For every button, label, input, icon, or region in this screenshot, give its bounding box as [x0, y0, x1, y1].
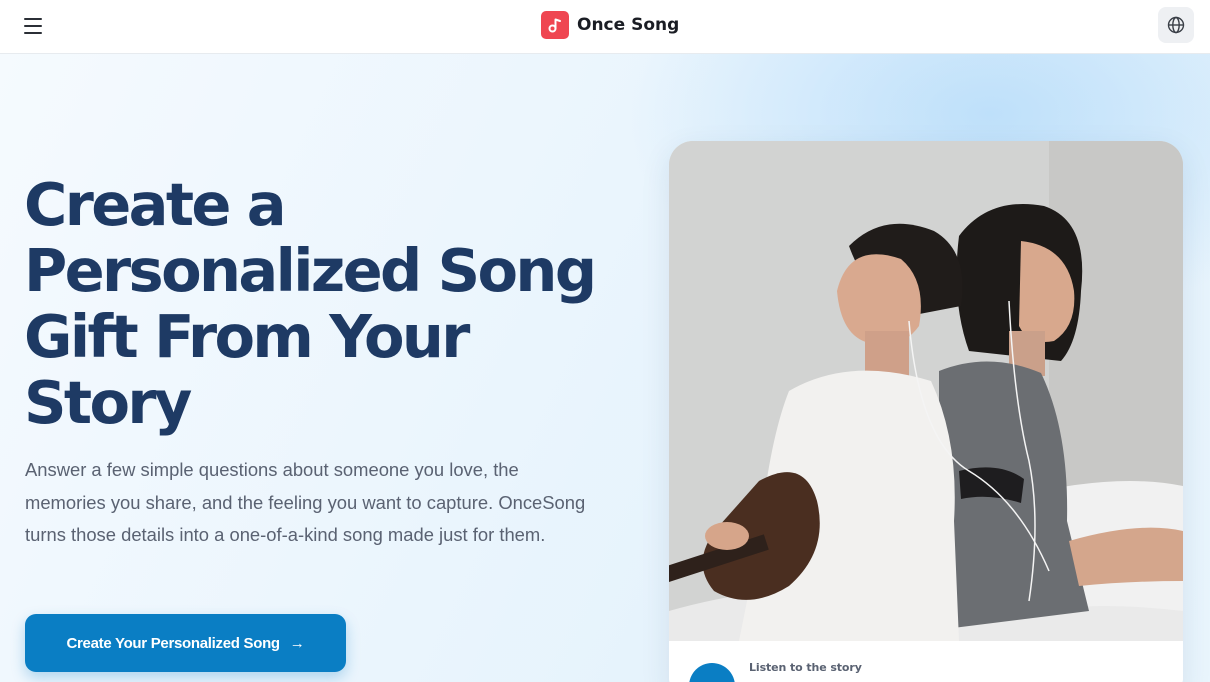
play-icon[interactable] — [689, 663, 735, 682]
hero-headline: Create a Personalized Song Gift From You… — [24, 170, 597, 437]
hero-description: Answer a few simple questions about some… — [25, 459, 586, 545]
create-song-button[interactable]: Create Your Personalized Song → — [25, 614, 346, 672]
story-card: Listen to the story — [669, 141, 1183, 682]
hamburger-menu-icon[interactable] — [14, 8, 52, 44]
top-navigation-bar: Once Song — [0, 0, 1210, 54]
globe-icon — [1167, 16, 1185, 34]
arrow-right-icon: → — [289, 634, 305, 652]
create-song-button-label: Create Your Personalized Song — [66, 634, 280, 652]
language-selector-button[interactable] — [1158, 7, 1194, 43]
hero-section: Create a Personalized Song Gift From You… — [0, 54, 1210, 682]
brand-name: Once Song — [577, 15, 680, 35]
listen-label: Listen to the story — [749, 661, 862, 674]
couple-with-guitar-photo — [669, 141, 1183, 641]
music-note-icon — [541, 11, 569, 39]
story-audio-player: Listen to the story — [669, 641, 1183, 682]
brand-logo-link[interactable]: Once Song — [541, 11, 679, 39]
